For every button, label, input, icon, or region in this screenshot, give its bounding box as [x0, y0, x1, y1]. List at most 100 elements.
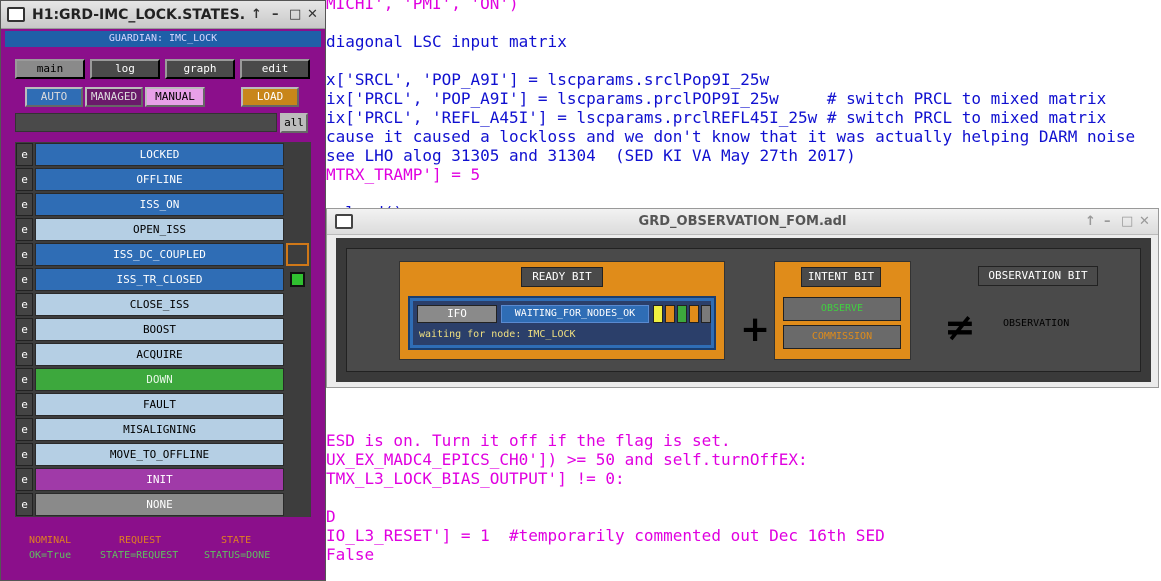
mode-managed-button[interactable]: MANAGED — [85, 87, 143, 107]
code-line: see LHO alog 31305 and 31304 (SED KI VA … — [326, 146, 856, 165]
state-row: e CLOSE_ISS — [15, 292, 311, 317]
maximize-icon[interactable]: □ — [1121, 214, 1133, 229]
status-led — [689, 305, 699, 323]
nominal-label: NOMINAL — [29, 535, 72, 546]
state-row: e ISS_ON — [15, 192, 311, 217]
state-button[interactable]: OPEN_ISS — [35, 218, 284, 241]
graph-button[interactable]: graph — [165, 59, 235, 79]
all-button[interactable]: all — [280, 113, 308, 133]
status-led — [653, 305, 663, 323]
minimize-icon[interactable]: – — [272, 7, 279, 22]
state-row: e BOOST — [15, 317, 311, 342]
edit-state-button[interactable]: e — [16, 443, 33, 466]
state-label: STATE — [221, 535, 252, 546]
state-button[interactable]: FAULT — [35, 393, 284, 416]
fom-window-title: GRD_OBSERVATION_FOM.adl — [638, 214, 847, 229]
raise-icon[interactable]: ↑ — [1085, 214, 1096, 229]
fom-panel: READY BIT IFO WAITING_FOR_NODES_OK waiti… — [346, 248, 1141, 372]
edit-state-button[interactable]: e — [16, 218, 33, 241]
state-row: e ACQUIRE — [15, 342, 311, 367]
status-led — [701, 305, 711, 323]
state-button[interactable]: MISALIGNING — [35, 418, 284, 441]
state-row: e DOWN — [15, 367, 311, 392]
edit-state-button[interactable]: e — [16, 418, 33, 441]
edit-state-button[interactable]: e — [16, 243, 33, 266]
state-button[interactable]: OFFLINE — [35, 168, 284, 191]
code-line: IO_L3_RESET'] = 1 #temporarily commented… — [326, 526, 885, 545]
mode-manual-button[interactable]: MANUAL — [145, 87, 205, 107]
request-label: REQUEST — [119, 535, 162, 546]
commission-button[interactable]: COMMISSION — [783, 325, 901, 349]
edit-state-button[interactable]: e — [16, 493, 33, 516]
minimize-icon[interactable]: – — [1104, 214, 1111, 229]
state-row: e ISS_DC_COUPLED — [15, 242, 311, 267]
state-filter-input[interactable] — [15, 113, 277, 132]
ifo-button[interactable]: IFO — [417, 305, 497, 323]
ok-status: OK=True — [29, 550, 72, 561]
code-line: TMX_L3_LOCK_BIAS_OUTPUT'] != 0: — [326, 469, 625, 488]
state-row: e OFFLINE — [15, 167, 311, 192]
state-button[interactable]: NONE — [35, 493, 284, 516]
state-row: e FAULT — [15, 392, 311, 417]
code-line: D — [326, 507, 336, 526]
state-button[interactable]: ISS_TR_CLOSED — [35, 268, 284, 291]
observation-bit-label: OBSERVATION BIT — [978, 266, 1098, 286]
status-led — [677, 305, 687, 323]
done-status: STATUS=DONE — [204, 550, 271, 561]
mode-auto-button[interactable]: AUTO — [25, 87, 83, 107]
code-line: ESD is on. Turn it off if the flag is se… — [326, 431, 731, 450]
close-icon[interactable]: ✕ — [1139, 214, 1150, 229]
main-button[interactable]: main — [15, 59, 85, 79]
close-icon[interactable]: ✕ — [307, 7, 318, 22]
state-button[interactable]: ISS_DC_COUPLED — [35, 243, 284, 266]
ready-bit-panel: READY BIT IFO WAITING_FOR_NODES_OK waiti… — [399, 261, 725, 360]
state-button[interactable]: ACQUIRE — [35, 343, 284, 366]
code-line: MICHI', 'PMI', 'ON') — [326, 0, 519, 13]
edit-state-button[interactable]: e — [16, 168, 33, 191]
state-button[interactable]: BOOST — [35, 318, 284, 341]
state-row: e MOVE_TO_OFFLINE — [15, 442, 311, 467]
edit-state-button[interactable]: e — [16, 193, 33, 216]
state-row: e ISS_TR_CLOSED — [15, 267, 311, 292]
edit-state-button[interactable]: e — [16, 293, 33, 316]
code-line: False — [326, 545, 375, 564]
edit-state-button[interactable]: e — [16, 143, 33, 166]
edit-state-button[interactable]: e — [16, 268, 33, 291]
state-row: e MISALIGNING — [15, 417, 311, 442]
code-line: cause it caused a lockloss and we don't … — [326, 127, 1136, 146]
observe-button[interactable]: OBSERVE — [783, 297, 901, 321]
edit-state-button[interactable]: e — [16, 318, 33, 341]
edit-button[interactable]: edit — [240, 59, 310, 79]
edit-state-button[interactable]: e — [16, 343, 33, 366]
state-button[interactable]: LOCKED — [35, 143, 284, 166]
guardian-window: H1:GRD-IMC_LOCK.STATES.wi ↑ – □ ✕ GUARDI… — [0, 0, 326, 581]
load-button[interactable]: LOAD — [241, 87, 299, 107]
state-button[interactable]: DOWN — [35, 368, 284, 391]
state-button[interactable]: INIT — [35, 468, 284, 491]
target-indicator — [290, 272, 305, 287]
log-button[interactable]: log — [90, 59, 160, 79]
maximize-icon[interactable]: □ — [289, 7, 301, 22]
code-line: UX_EX_MADC4_EPICS_CH0']) >= 50 and self.… — [326, 450, 808, 469]
ifo-guardian-box: IFO WAITING_FOR_NODES_OK waiting for nod… — [408, 296, 716, 350]
status-led — [665, 305, 675, 323]
guardian-window-title: H1:GRD-IMC_LOCK.STATES.wi — [32, 7, 244, 23]
code-line: diagonal LSC input matrix — [326, 32, 567, 51]
edit-state-button[interactable]: e — [16, 368, 33, 391]
window-icon — [7, 7, 25, 22]
intent-bit-panel: INTENT BIT OBSERVE COMMISSION — [774, 261, 911, 360]
state-row: e OPEN_ISS — [15, 217, 311, 242]
edit-state-button[interactable]: e — [16, 468, 33, 491]
state-button[interactable]: CLOSE_ISS — [35, 293, 284, 316]
state-request-status: STATE=REQUEST — [100, 550, 179, 561]
guardian-titlebar[interactable]: H1:GRD-IMC_LOCK.STATES.wi ↑ – □ ✕ — [1, 1, 325, 29]
guardian-status-footer: NOMINAL REQUEST STATE OK=True STATE=REQU… — [21, 532, 311, 572]
state-button[interactable]: MOVE_TO_OFFLINE — [35, 443, 284, 466]
ifo-guardian-inner: IFO WAITING_FOR_NODES_OK waiting for nod… — [413, 301, 711, 345]
state-button[interactable]: ISS_ON — [35, 193, 284, 216]
state-list: e LOCKED e OFFLINE e ISS_ON e OPEN_ISS e ISS_DC_C… — [15, 142, 311, 517]
raise-icon[interactable]: ↑ — [251, 7, 262, 22]
edit-state-button[interactable]: e — [16, 393, 33, 416]
fom-titlebar[interactable]: GRD_OBSERVATION_FOM.adl ↑ – □ ✕ — [327, 209, 1158, 235]
state-row: e NONE — [15, 492, 311, 517]
